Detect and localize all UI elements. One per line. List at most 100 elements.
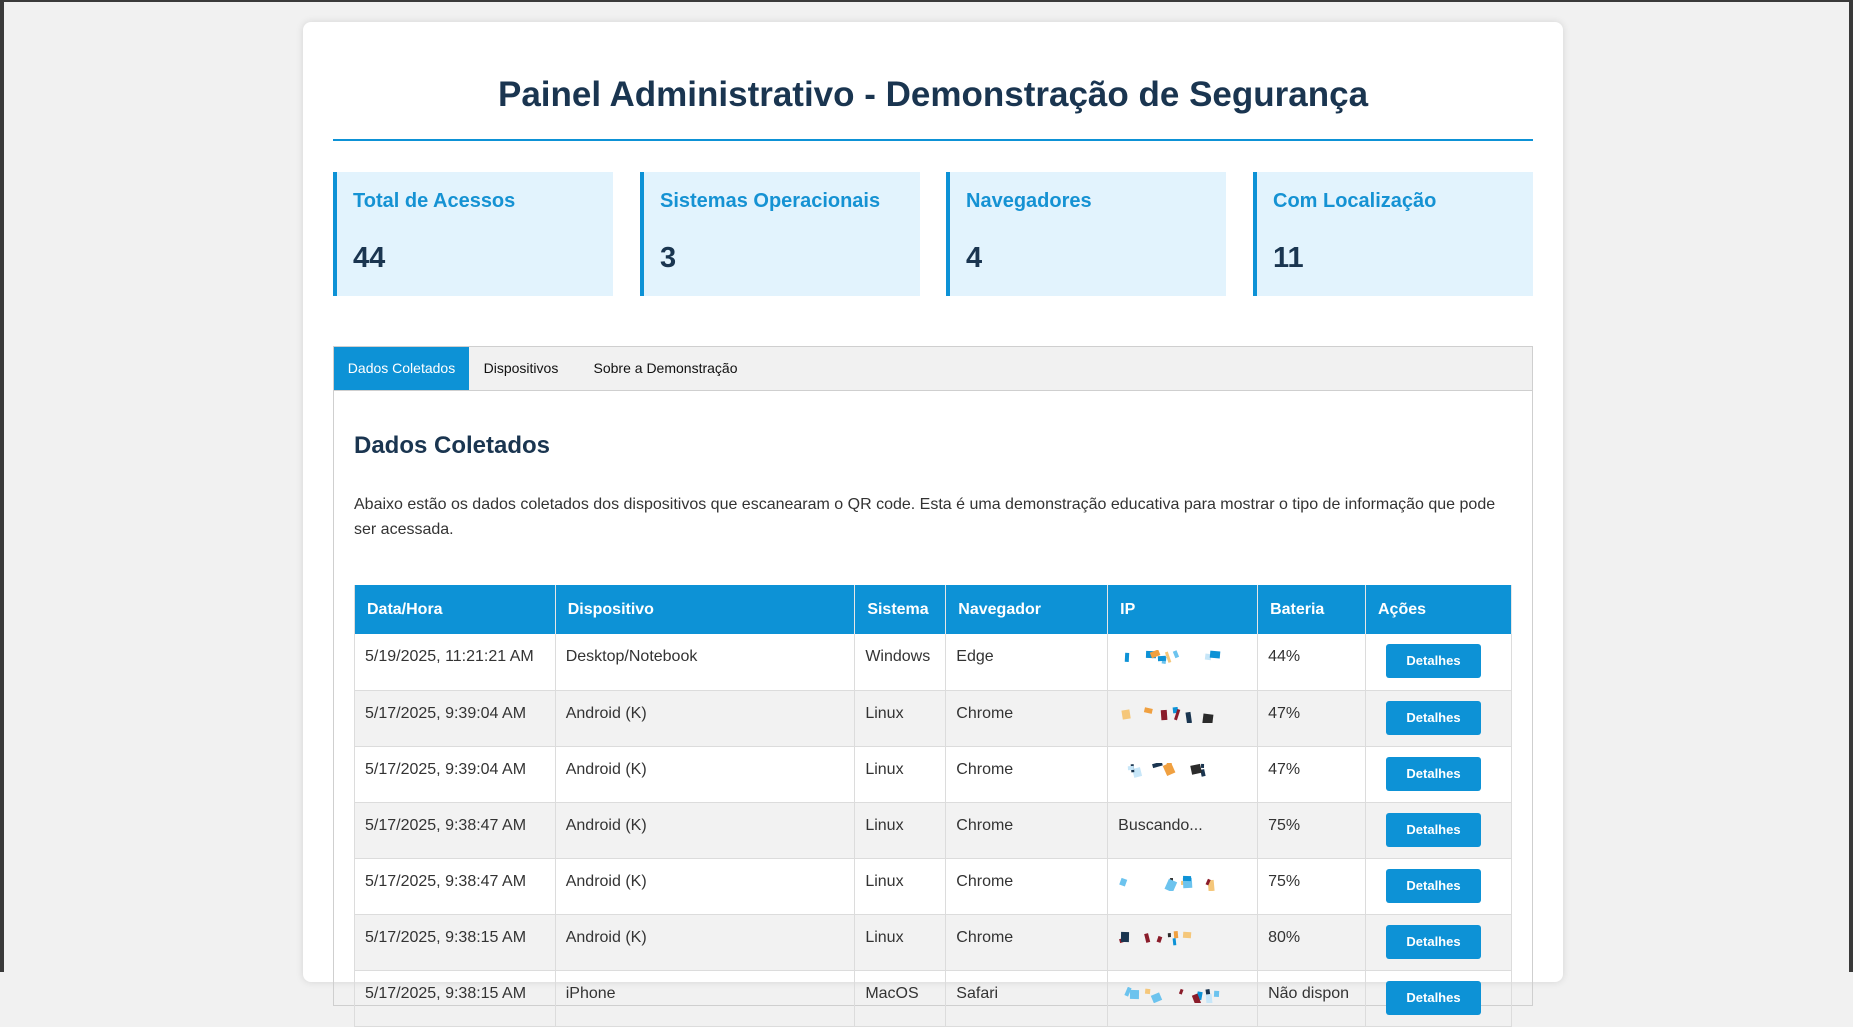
details-button[interactable]: Detalhes — [1386, 868, 1481, 903]
cell-actions: Detalhes — [1365, 634, 1512, 691]
stat-value: 4 — [966, 242, 983, 274]
cell-actions: Detalhes — [1365, 690, 1512, 747]
tab-devices[interactable]: Dispositivos — [469, 347, 573, 390]
cell-browser: Chrome — [945, 914, 1109, 971]
cell-browser: Chrome — [945, 802, 1109, 859]
cell-ip — [1107, 634, 1259, 691]
stat-with-location: Com Localização 11 — [1253, 172, 1533, 296]
stat-operating-systems: Sistemas Operacionais 3 — [640, 172, 920, 296]
cell-browser: Chrome — [945, 690, 1109, 747]
cell-ip — [1107, 858, 1259, 915]
cell-datetime: 5/17/2025, 9:38:15 AM — [354, 914, 556, 971]
cell-device: Android (K) — [555, 690, 856, 747]
cell-battery: 75% — [1257, 858, 1366, 915]
details-button[interactable]: Detalhes — [1386, 980, 1481, 1015]
tabs-container: Dados Coletados Dispositivos Sobre a Dem… — [333, 346, 1533, 1027]
cell-datetime: 5/17/2025, 9:39:04 AM — [354, 746, 556, 803]
cell-battery: Não dispon — [1257, 970, 1366, 1027]
page-title: Painel Administrativo - Demonstração de … — [497, 75, 1369, 114]
cell-system: Windows — [854, 634, 947, 691]
cell-system: Linux — [854, 858, 947, 915]
title-divider — [333, 139, 1533, 141]
cell-battery: 75% — [1257, 802, 1366, 859]
collected-data-table: Data/Hora Dispositivo Sistema Navegador … — [354, 585, 1512, 1027]
section-title: Dados Coletados — [354, 432, 551, 459]
cell-actions: Detalhes — [1365, 970, 1512, 1027]
details-button[interactable]: Detalhes — [1386, 700, 1481, 735]
cell-system: Linux — [854, 746, 947, 803]
table-row: 5/17/2025, 9:38:47 AM Android (K) Linux … — [354, 802, 1512, 859]
cell-datetime: 5/17/2025, 9:38:15 AM — [354, 970, 556, 1027]
stat-value: 44 — [353, 242, 386, 274]
cell-browser: Edge — [945, 634, 1109, 691]
cell-system: Linux — [854, 690, 947, 747]
cell-datetime: 5/19/2025, 11:21:21 AM — [354, 634, 556, 691]
cell-device: Android (K) — [555, 858, 856, 915]
cell-ip — [1107, 746, 1259, 803]
ip-redacted-mask — [1118, 761, 1228, 779]
cell-device: iPhone — [555, 970, 856, 1027]
table-row: 5/17/2025, 9:39:04 AM Android (K) Linux … — [354, 690, 1512, 747]
cell-ip — [1107, 690, 1259, 747]
ip-redacted-mask — [1118, 986, 1228, 1005]
table-row: 5/17/2025, 9:39:04 AM Android (K) Linux … — [354, 746, 1512, 803]
column-header-datetime: Data/Hora — [354, 585, 556, 634]
cell-datetime: 5/17/2025, 9:38:47 AM — [354, 802, 556, 859]
ip-redacted-mask — [1118, 930, 1228, 947]
cell-browser: Chrome — [945, 858, 1109, 915]
cell-actions: Detalhes — [1365, 914, 1512, 971]
cell-device: Android (K) — [555, 914, 856, 971]
tab-bar: Dados Coletados Dispositivos Sobre a Dem… — [334, 347, 1532, 391]
tab-collected-data[interactable]: Dados Coletados — [334, 347, 469, 390]
column-header-browser: Navegador — [945, 585, 1109, 634]
admin-panel-card: Painel Administrativo - Demonstração de … — [303, 22, 1563, 1027]
cell-datetime: 5/17/2025, 9:38:47 AM — [354, 858, 556, 915]
ip-redacted-mask — [1118, 706, 1228, 725]
cell-datetime: 5/17/2025, 9:39:04 AM — [354, 690, 556, 747]
cell-device: Android (K) — [555, 802, 856, 859]
details-button[interactable]: Detalhes — [1386, 644, 1481, 678]
stat-value: 3 — [660, 242, 677, 274]
column-header-battery: Bateria — [1257, 585, 1366, 634]
cell-ip — [1107, 970, 1259, 1027]
cell-browser: Safari — [945, 970, 1109, 1027]
cell-device: Desktop/Notebook — [555, 634, 856, 691]
cell-system: MacOS — [854, 970, 947, 1027]
stat-value: 11 — [1273, 242, 1304, 274]
ip-redacted-mask — [1118, 875, 1228, 892]
stat-label: Total de Acessos — [353, 190, 516, 212]
cell-battery: 47% — [1257, 690, 1366, 747]
column-header-device: Dispositivo — [555, 585, 856, 634]
details-button[interactable]: Detalhes — [1386, 812, 1481, 847]
cell-ip: Buscando... — [1107, 802, 1259, 859]
column-header-ip: IP — [1107, 585, 1259, 634]
stat-total-accesses: Total de Acessos 44 — [333, 172, 613, 296]
stat-browsers: Navegadores 4 — [946, 172, 1226, 296]
cell-battery: 47% — [1257, 746, 1366, 803]
stat-label: Sistemas Operacionais — [660, 190, 881, 212]
cell-battery: 80% — [1257, 914, 1366, 971]
table-row: 5/17/2025, 9:38:15 AM iPhone MacOS Safar… — [354, 970, 1512, 1027]
tab-about-demo[interactable]: Sobre a Demonstração — [573, 347, 758, 390]
table-row: 5/17/2025, 9:38:15 AM Android (K) Linux … — [354, 914, 1512, 971]
ip-redacted-mask — [1118, 649, 1228, 666]
stat-label: Navegadores — [966, 190, 1092, 212]
column-header-system: Sistema — [854, 585, 947, 634]
table-row: 5/19/2025, 11:21:21 AM Desktop/Notebook … — [354, 634, 1512, 691]
section-description: Abaixo estão os dados coletados dos disp… — [354, 496, 1496, 538]
cell-actions: Detalhes — [1365, 802, 1512, 859]
cell-battery: 44% — [1257, 634, 1366, 691]
cell-system: Linux — [854, 802, 947, 859]
details-button[interactable]: Detalhes — [1386, 756, 1481, 791]
column-header-actions: Ações — [1365, 585, 1512, 634]
cell-device: Android (K) — [555, 746, 856, 803]
stat-label: Com Localização — [1273, 190, 1437, 212]
table-row: 5/17/2025, 9:38:47 AM Android (K) Linux … — [354, 858, 1512, 915]
details-button[interactable]: Detalhes — [1386, 924, 1481, 959]
table-header-row: Data/Hora Dispositivo Sistema Navegador … — [354, 585, 1512, 634]
cell-actions: Detalhes — [1365, 858, 1512, 915]
cell-system: Linux — [854, 914, 947, 971]
cell-ip — [1107, 914, 1259, 971]
cell-actions: Detalhes — [1365, 746, 1512, 803]
cell-browser: Chrome — [945, 746, 1109, 803]
